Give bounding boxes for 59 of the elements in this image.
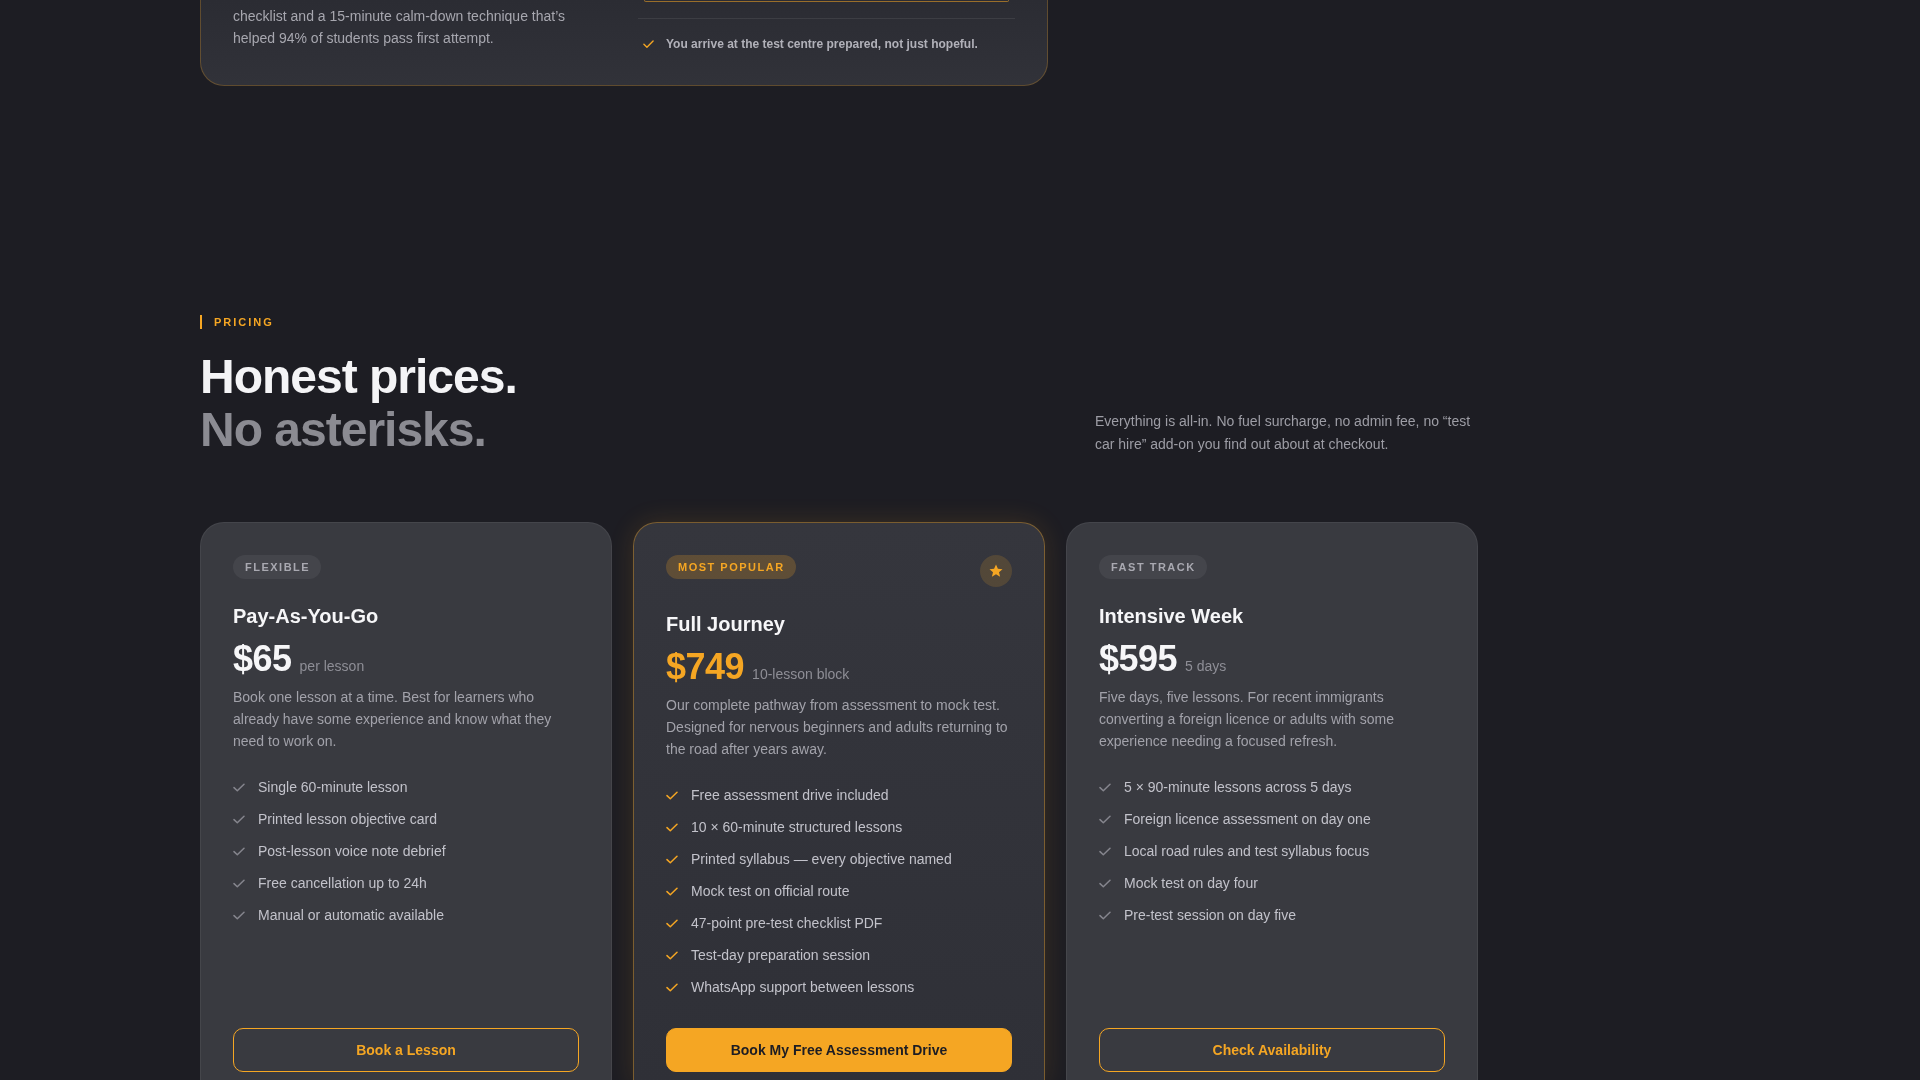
feature-text: 10 × 60-minute structured lessons: [691, 818, 903, 837]
pricing-note: Everything is all-in. No fuel surcharge, no admin fee, no “test car hire” add-on you find out about at checkout.: [1095, 412, 1472, 454]
section-heading: Honest prices.: [200, 350, 517, 403]
feature-text: WhatsApp support between lessons: [691, 978, 915, 997]
feature-text: 5 × 90-minute lessons across 5 days: [1124, 778, 1352, 797]
plan-badge: MOST POPULAR: [666, 555, 796, 579]
intro-description: checklist and a 15-minute calm-down technique that’s helped 94% of students pass first attempt.: [233, 7, 567, 48]
check-icon: [233, 814, 245, 824]
feature-text: 47-point pre-test checklist PDF: [691, 914, 883, 933]
feature-text: Local road rules and test syllabus focus: [1124, 842, 1370, 861]
plan-price: $749: [666, 645, 745, 689]
plan-name: Intensive Week: [1099, 604, 1244, 629]
price-unit: 5 days: [1185, 658, 1227, 674]
feature-text: Mock test on official route: [691, 882, 850, 901]
price-unit: per lesson: [299, 658, 365, 674]
feature-text: Test-day preparation session: [691, 946, 870, 965]
plan-name: Full Journey: [666, 612, 785, 637]
plan-button[interactable]: Check Availability: [1099, 1028, 1445, 1072]
check-icon: [233, 878, 245, 888]
plan-name: Pay-As-You-Go: [233, 604, 379, 629]
feature-text: Printed lesson objective card: [258, 810, 437, 829]
check-icon: [666, 790, 678, 800]
plan-description: Our complete pathway from assessment to mock test. Designed for nervous beginners and adults returning to the road after years away.: [666, 696, 1009, 759]
feature-text: Pre-test session on day five: [1124, 906, 1296, 925]
feature-text: Printed syllabus — every objective named: [691, 850, 952, 869]
feature-text: Post-lesson voice note debrief: [258, 842, 446, 861]
check-icon: [233, 846, 245, 856]
check-icon: [1099, 910, 1111, 920]
plan-badge: FLEXIBLE: [233, 555, 322, 579]
check-icon: [666, 854, 678, 864]
feature-text: Free assessment drive included: [691, 786, 889, 805]
price-unit: 10-lesson block: [752, 666, 850, 682]
check-icon: [233, 910, 245, 920]
check-icon: [666, 886, 678, 896]
plan-description: Book one lesson at a time. Best for learners who already have some experience and know what they need to work on.: [233, 688, 553, 751]
plan-button[interactable]: Book My Free Assessment Drive: [666, 1028, 1012, 1072]
feature-text: Foreign licence assessment on day one: [1124, 810, 1371, 829]
check-icon: [1099, 814, 1111, 824]
check-icon: [666, 918, 678, 928]
check-icon: [643, 39, 654, 49]
check-icon: [666, 822, 678, 832]
check-icon: [1099, 846, 1111, 856]
plan-button[interactable]: Book a Lesson: [233, 1028, 579, 1072]
check-icon: [233, 782, 245, 792]
feature-text: Mock test on day four: [1124, 874, 1258, 893]
plan-badge: FAST TRACK: [1099, 555, 1207, 579]
check-icon: [1099, 782, 1111, 792]
feature-text: Single 60-minute lesson: [258, 778, 408, 797]
plan-description: Five days, five lessons. For recent immigrants converting a foreign licence or adults with some experience needing a focused refresh.: [1099, 688, 1395, 751]
feature-text: Manual or automatic available: [258, 906, 444, 925]
section-eyebrow: PRICING: [200, 315, 274, 329]
plan-price: $595: [1099, 637, 1178, 681]
feature-text: Free cancellation up to 24h: [258, 874, 427, 893]
promise-text: You arrive at the test centre prepared, not just hopeful.: [666, 36, 978, 53]
check-icon: [666, 982, 678, 992]
check-icon: [1099, 878, 1111, 888]
plan-price: $65: [233, 637, 292, 681]
section-subheading: No asterisks.: [200, 403, 486, 456]
check-icon: [666, 950, 678, 960]
